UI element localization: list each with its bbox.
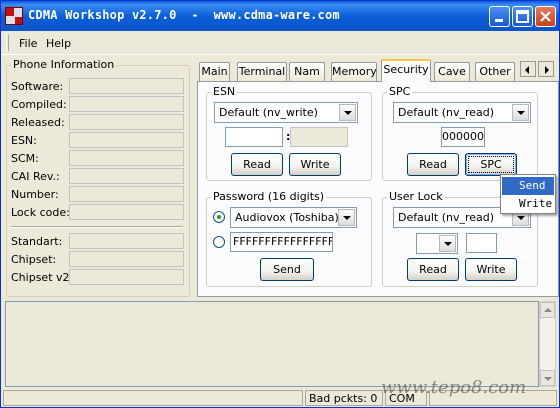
- tab-main[interactable]: Main: [199, 62, 230, 81]
- released-value: [69, 114, 184, 130]
- chevron-down-icon[interactable]: [338, 209, 355, 226]
- chipset-v2-value: [69, 269, 184, 285]
- scroll-down-icon[interactable]: [540, 370, 555, 386]
- scm-value: [69, 150, 184, 166]
- spc-group-title: SPC: [387, 85, 413, 98]
- software-label: Software:: [11, 80, 64, 93]
- main-window: CDMA Workshop v2.7.0 - www.cdma-ware.com…: [0, 0, 560, 408]
- esn-read-button[interactable]: Read: [231, 153, 283, 176]
- user-lock-read-button[interactable]: Read: [407, 258, 459, 281]
- spc-mode-select[interactable]: Default (nv_read): [393, 102, 531, 123]
- tab-scroll-left-icon[interactable]: [520, 61, 536, 77]
- scroll-up-icon[interactable]: [540, 302, 555, 318]
- compiled-label: Compiled:: [11, 98, 67, 111]
- title-bar[interactable]: CDMA Workshop v2.7.0 - www.cdma-ware.com: [1, 1, 559, 31]
- password-group-title: Password (16 digits): [211, 190, 327, 203]
- cai-rev-label: CAI Rev.:: [11, 170, 60, 183]
- log-output[interactable]: [5, 301, 539, 387]
- user-lock-code-input[interactable]: [466, 233, 497, 253]
- chevron-down-icon[interactable]: [339, 104, 356, 121]
- password-option-1-radio[interactable]: [213, 211, 225, 223]
- compiled-value: [69, 96, 184, 112]
- spc-context-menu: Send Write: [500, 174, 556, 214]
- password-input[interactable]: FFFFFFFFFFFFFFFF: [230, 232, 333, 252]
- esn-mode-value: Default (nv_write): [219, 106, 318, 119]
- user-lock-group-title: User Lock: [387, 190, 445, 203]
- cdma-workshop-logo-icon[interactable]: [5, 7, 23, 25]
- phone-info-divider: [11, 226, 183, 228]
- watermark: www.tepo8.com: [381, 377, 527, 398]
- maximize-button[interactable]: [512, 6, 533, 27]
- lock-code-value: [69, 204, 184, 220]
- scm-label: SCM:: [11, 152, 39, 165]
- user-lock-code-select[interactable]: [416, 233, 458, 254]
- esn-write-button[interactable]: Write: [289, 153, 341, 176]
- tab-nam[interactable]: Nam: [289, 62, 325, 81]
- esn-input-1[interactable]: [225, 127, 283, 147]
- number-value: [69, 186, 184, 202]
- minimize-button[interactable]: [489, 6, 510, 27]
- chevron-down-icon[interactable]: [439, 235, 456, 252]
- menu-help[interactable]: Help: [46, 37, 71, 50]
- log-scrollbar[interactable]: [539, 301, 556, 387]
- software-value: [69, 78, 184, 94]
- close-button[interactable]: [535, 6, 556, 27]
- status-cell-main: [3, 390, 303, 406]
- tab-strip: Main Terminal Nam Memory Security Cave O…: [197, 59, 559, 82]
- maximize-icon: [516, 10, 529, 23]
- window-title: CDMA Workshop v2.7.0 - www.cdma-ware.com: [28, 8, 340, 22]
- spc-mode-value: Default (nv_read): [398, 106, 495, 119]
- tab-terminal[interactable]: Terminal: [237, 62, 287, 81]
- spc-button[interactable]: SPC: [465, 153, 517, 176]
- cai-rev-value: [69, 168, 184, 184]
- phone-information-title: Phone Information: [11, 58, 117, 71]
- menu-grip: [6, 35, 9, 51]
- password-vendor-value: Audiovox (Toshiba): [235, 211, 339, 224]
- bad-packets-status: Bad pckts: 0: [305, 390, 383, 406]
- tab-security[interactable]: Security: [381, 59, 431, 82]
- standart-label: Standart:: [11, 235, 63, 248]
- tab-scroll-right-icon[interactable]: [538, 61, 554, 77]
- menu-bar: File Help: [1, 31, 559, 55]
- user-lock-mode-value: Default (nv_read): [398, 211, 495, 224]
- menu-file[interactable]: File: [19, 37, 37, 50]
- close-icon: [540, 11, 551, 22]
- minimize-icon: [495, 19, 503, 22]
- context-menu-write[interactable]: Write: [502, 195, 554, 213]
- password-option-2-radio[interactable]: [213, 236, 225, 248]
- lock-code-label: Lock code:: [11, 206, 70, 219]
- spc-code-input[interactable]: 000000: [441, 127, 485, 147]
- tab-cave[interactable]: Cave: [434, 62, 470, 81]
- esn-input-2[interactable]: [290, 127, 348, 147]
- chevron-down-icon[interactable]: [512, 104, 529, 121]
- tab-memory[interactable]: Memory: [331, 62, 377, 81]
- chipset-label: Chipset:: [11, 253, 57, 266]
- tab-other[interactable]: Other: [475, 62, 515, 81]
- user-lock-write-button[interactable]: Write: [465, 258, 517, 281]
- password-vendor-select[interactable]: Audiovox (Toshiba): [230, 207, 357, 228]
- number-label: Number:: [11, 188, 59, 201]
- spc-read-button[interactable]: Read: [407, 153, 459, 176]
- esn-mode-select[interactable]: Default (nv_write): [214, 102, 358, 123]
- esn-group-title: ESN: [211, 85, 238, 98]
- chipset-v2-label: Chipset v2:: [11, 271, 74, 284]
- esn-label: ESN:: [11, 134, 37, 147]
- released-label: Released:: [11, 116, 65, 129]
- context-menu-send[interactable]: Send: [502, 177, 554, 195]
- password-send-button[interactable]: Send: [260, 258, 314, 281]
- standart-value: [69, 233, 184, 249]
- esn-value: [69, 132, 184, 148]
- chipset-value: [69, 251, 184, 267]
